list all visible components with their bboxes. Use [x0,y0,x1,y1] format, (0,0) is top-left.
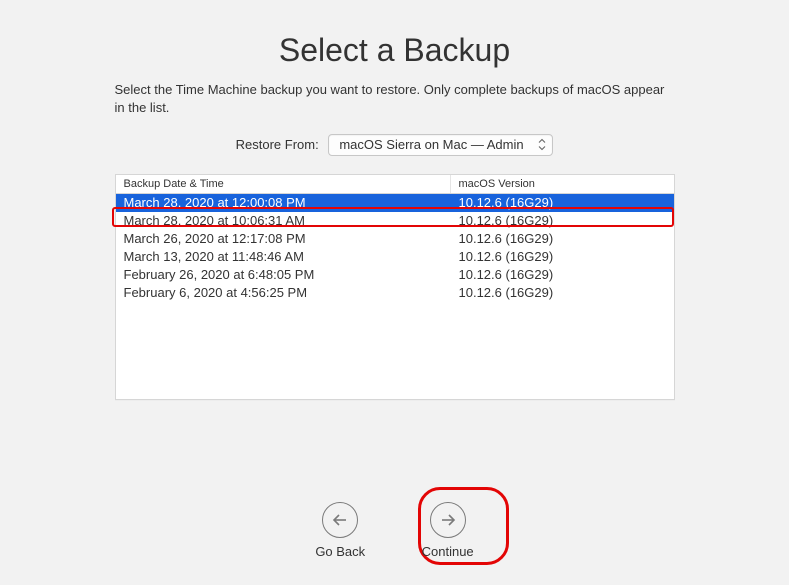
subtitle: Select the Time Machine backup you want … [115,81,675,134]
row-version: 10.12.6 (16G29) [451,248,674,266]
go-back-label: Go Back [315,544,365,559]
table-row[interactable]: February 6, 2020 at 4:56:25 PM10.12.6 (1… [116,284,674,302]
restore-from-select[interactable]: macOS Sierra on Mac — Admin [328,134,553,156]
row-date: March 13, 2020 at 11:48:46 AM [116,248,451,266]
row-version: 10.12.6 (16G29) [451,266,674,284]
footer-buttons: Go Back Continue [0,502,789,559]
page-title: Select a Backup [0,0,789,81]
table-row[interactable]: March 26, 2020 at 12:17:08 PM10.12.6 (16… [116,230,674,248]
table-row[interactable]: March 28, 2020 at 12:00:08 PM10.12.6 (16… [116,194,674,212]
arrow-left-icon [330,510,350,530]
row-version: 10.12.6 (16G29) [451,284,674,302]
continue-label: Continue [422,544,474,559]
restore-from-label: Restore From: [236,137,319,152]
column-header-version[interactable]: macOS Version [451,175,674,193]
column-header-date[interactable]: Backup Date & Time [116,175,451,193]
go-back-button[interactable]: Go Back [315,502,365,559]
restore-from-row: Restore From: macOS Sierra on Mac — Admi… [0,134,789,174]
row-date: February 6, 2020 at 4:56:25 PM [116,284,451,302]
arrow-right-icon [438,510,458,530]
row-version: 10.12.6 (16G29) [451,194,674,212]
row-date: March 28, 2020 at 10:06:31 AM [116,212,451,230]
restore-from-value: macOS Sierra on Mac — Admin [339,137,523,152]
row-version: 10.12.6 (16G29) [451,212,674,230]
backup-table: Backup Date & Time macOS Version March 2… [115,174,675,400]
row-date: February 26, 2020 at 6:48:05 PM [116,266,451,284]
dropdown-chevron-icon [538,139,546,152]
table-row[interactable]: March 28, 2020 at 10:06:31 AM10.12.6 (16… [116,212,674,230]
row-version: 10.12.6 (16G29) [451,230,674,248]
table-row[interactable]: March 13, 2020 at 11:48:46 AM10.12.6 (16… [116,248,674,266]
row-date: March 26, 2020 at 12:17:08 PM [116,230,451,248]
continue-button[interactable]: Continue [422,502,474,559]
table-header: Backup Date & Time macOS Version [116,175,674,194]
table-row[interactable]: February 26, 2020 at 6:48:05 PM10.12.6 (… [116,266,674,284]
row-date: March 28, 2020 at 12:00:08 PM [116,194,451,212]
